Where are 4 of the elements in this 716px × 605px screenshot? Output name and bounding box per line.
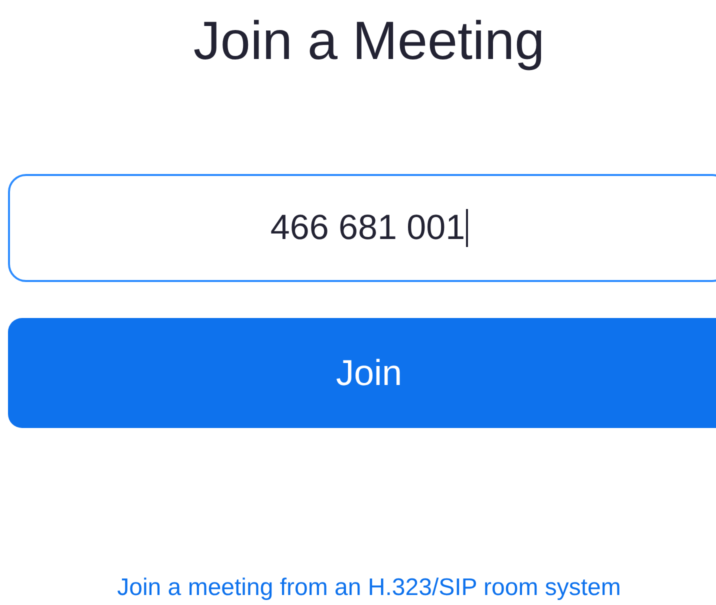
page-title: Join a Meeting bbox=[193, 10, 545, 73]
room-system-link[interactable]: Join a meeting from an H.323/SIP room system bbox=[117, 574, 621, 602]
meeting-id-field[interactable]: 466 681 001 bbox=[8, 174, 716, 282]
join-button[interactable]: Join bbox=[8, 318, 716, 428]
